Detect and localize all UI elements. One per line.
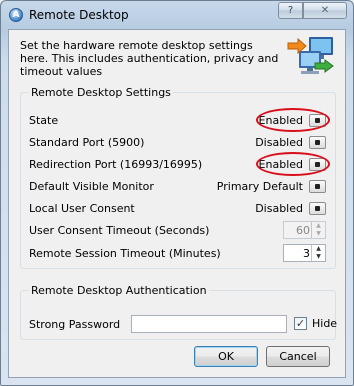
default-monitor-label: Default Visible Monitor bbox=[29, 180, 154, 193]
menu-dot-icon bbox=[315, 140, 320, 145]
menu-dot-icon bbox=[315, 184, 320, 189]
title-bar[interactable]: A Remote Desktop ? ✕ bbox=[1, 1, 353, 29]
default-monitor-menu-button[interactable] bbox=[309, 180, 326, 193]
spin-up-icon[interactable]: ▲ bbox=[312, 222, 325, 230]
window-title: Remote Desktop bbox=[29, 8, 129, 22]
spin-down-icon[interactable]: ▼ bbox=[312, 253, 325, 261]
consent-timeout-value: 60 bbox=[296, 224, 310, 237]
state-label: State bbox=[29, 114, 59, 127]
spin-up-icon[interactable]: ▲ bbox=[312, 245, 325, 253]
cancel-button[interactable]: Cancel bbox=[266, 346, 330, 367]
session-timeout-label: Remote Session Timeout (Minutes) bbox=[29, 247, 221, 260]
ok-button[interactable]: OK bbox=[194, 346, 258, 367]
local-consent-value: Disabled bbox=[255, 202, 303, 215]
settings-group-title: Remote Desktop Settings bbox=[29, 86, 173, 99]
auth-group-title: Remote Desktop Authentication bbox=[29, 284, 209, 297]
password-label: Strong Password bbox=[29, 318, 121, 331]
default-monitor-value: Primary Default bbox=[216, 180, 303, 193]
hide-checkbox[interactable]: ✓ bbox=[294, 317, 307, 330]
intro-text: Set the hardware remote desktop settings… bbox=[20, 39, 279, 78]
standard-port-menu-button[interactable] bbox=[309, 136, 326, 149]
app-icon: A bbox=[9, 8, 23, 22]
consent-timeout-spinner[interactable]: 60 ▲ ▼ bbox=[283, 221, 326, 239]
remote-desktop-illustration-icon bbox=[287, 37, 334, 74]
dialog-window: A Remote Desktop ? ✕ Set the hardware re… bbox=[0, 0, 354, 386]
password-field[interactable] bbox=[131, 315, 287, 333]
redirection-port-label: Redirection Port (16993/16995) bbox=[29, 158, 203, 171]
standard-port-value: Disabled bbox=[255, 136, 303, 149]
auth-group: Remote Desktop Authentication Strong Pas… bbox=[20, 284, 338, 340]
standard-port-label: Standard Port (5900) bbox=[29, 136, 145, 149]
local-consent-label: Local User Consent bbox=[29, 202, 135, 215]
session-timeout-value: 3 bbox=[303, 247, 310, 260]
hide-label: Hide bbox=[312, 317, 338, 330]
settings-group: Remote Desktop Settings State Enabled St… bbox=[20, 86, 336, 269]
spin-down-icon[interactable]: ▼ bbox=[312, 230, 325, 238]
menu-dot-icon bbox=[315, 206, 320, 211]
help-button[interactable]: ? bbox=[278, 2, 303, 19]
consent-timeout-label: User Consent Timeout (Seconds) bbox=[29, 224, 210, 237]
close-button[interactable]: ✕ bbox=[303, 2, 347, 19]
session-timeout-spinner[interactable]: 3 ▲ ▼ bbox=[283, 244, 326, 262]
highlight-ellipse-redirection bbox=[256, 152, 330, 176]
local-consent-menu-button[interactable] bbox=[309, 202, 326, 215]
dialog-content: Set the hardware remote desktop settings… bbox=[8, 29, 346, 378]
highlight-ellipse-state bbox=[256, 108, 330, 132]
